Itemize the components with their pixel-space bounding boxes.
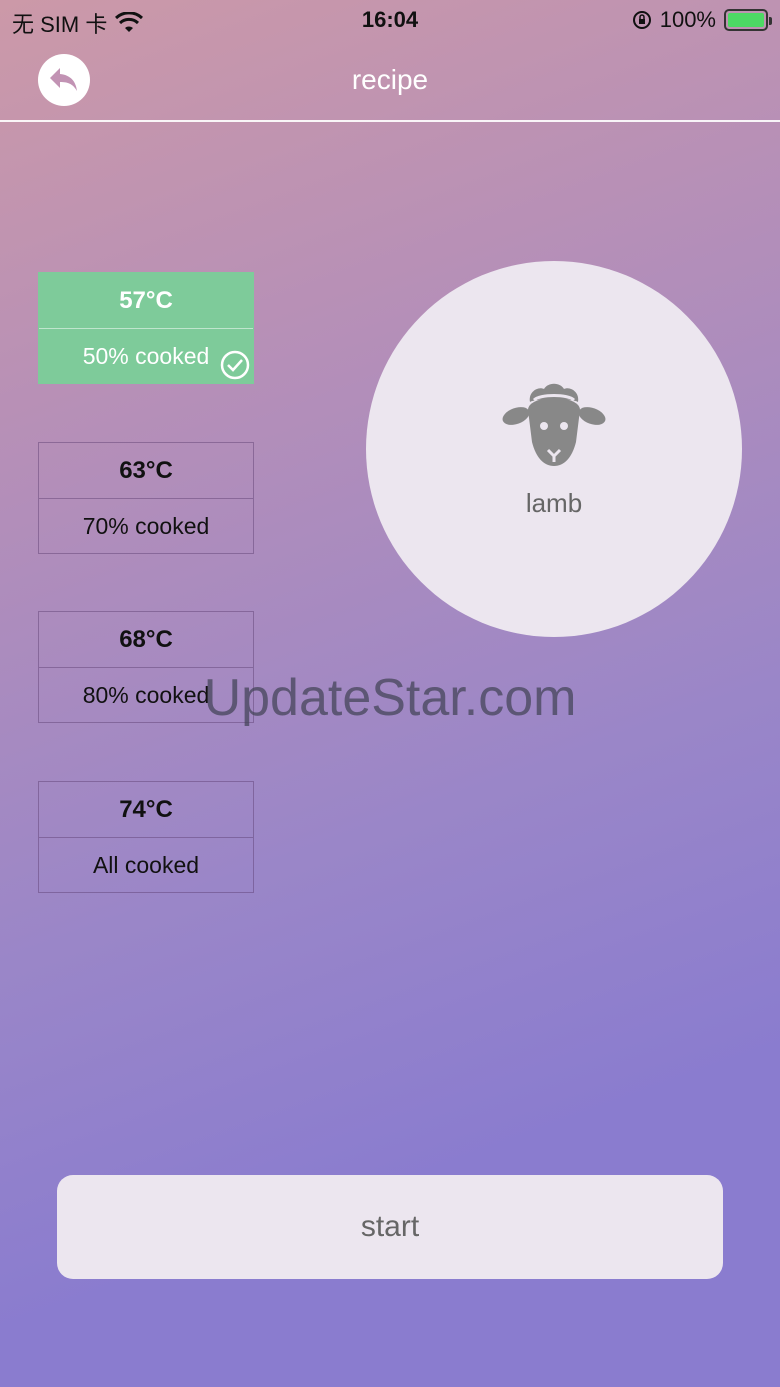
option-temp: 74°C — [39, 782, 253, 838]
option-level: All cooked — [92, 852, 200, 878]
option-temp: 68°C — [39, 612, 253, 668]
page-title: recipe — [351, 64, 429, 95]
option-level: 70% cooked — [82, 513, 210, 539]
option-temp: 57°C — [39, 273, 253, 329]
battery-icon — [724, 9, 772, 31]
option-temp: 63°C — [39, 443, 253, 499]
watermark: UpdateStar.com — [203, 669, 577, 727]
start-button[interactable]: start — [57, 1175, 723, 1279]
status-right: 100% — [632, 7, 772, 33]
sheep-icon — [502, 383, 606, 466]
meat-selector[interactable]: lamb — [366, 261, 742, 637]
meat-label: lamb — [525, 487, 583, 518]
orientation-lock-icon — [632, 11, 651, 29]
doneness-option-63[interactable]: 63°C 70% cooked — [38, 442, 254, 554]
check-circle-icon — [220, 350, 250, 380]
doneness-option-74[interactable]: 74°C All cooked — [38, 781, 254, 893]
status-bar: 无 SIM 卡 16:04 100% — [0, 0, 780, 40]
battery-percent: 100% — [659, 7, 716, 32]
doneness-option-57[interactable]: 57°C 50% cooked — [38, 272, 254, 384]
nav-bar: recipe — [0, 40, 780, 122]
